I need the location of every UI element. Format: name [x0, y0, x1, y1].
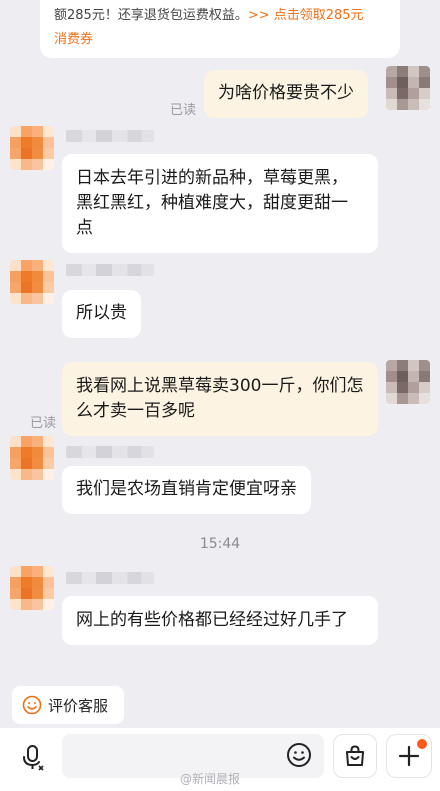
read-receipt: 已读 [170, 103, 197, 118]
rate-service-button[interactable]: 评价客服 [12, 686, 124, 724]
read-receipt: 已读 [30, 416, 57, 431]
shop-name-blurred [66, 264, 154, 276]
shopping-bag-button[interactable] [333, 734, 377, 778]
shop-name-blurred [66, 446, 154, 458]
smile-face-icon [22, 695, 42, 715]
user-avatar[interactable] [386, 66, 430, 110]
rate-service-label: 评价客服 [48, 696, 109, 715]
message-bubble-in: 我们是农场直销肯定便宜呀亲 [62, 466, 311, 514]
user-avatar[interactable] [386, 360, 430, 404]
watermark: @新闻晨报 [180, 772, 241, 786]
message-bubble-in: 网上的有些价格都已经经过好几手了 [62, 596, 378, 645]
message-timestamp: 15:44 [199, 536, 241, 552]
promo-link-cont[interactable]: 消费券 [54, 32, 93, 47]
shop-name-blurred [66, 572, 154, 584]
shop-name-blurred [66, 130, 154, 142]
more-button[interactable] [386, 734, 432, 778]
message-bubble-in: 日本去年引进的新品种，草莓更黑，黑红黑红，种植难度大，甜度更甜一点 [62, 154, 378, 253]
shop-avatar[interactable] [10, 260, 54, 304]
notification-dot [417, 739, 427, 749]
promo-link[interactable]: >> 点击领取285元 [248, 8, 364, 23]
shop-avatar[interactable] [10, 436, 54, 480]
message-bubble-in: 所以贵 [62, 290, 141, 338]
shopping-bag-icon [346, 745, 364, 766]
mic-icon[interactable] [18, 742, 48, 772]
promo-banner: 额285元！还享退货包运费权益。>> 点击领取285元 消费券 [40, 0, 400, 58]
shop-avatar[interactable] [10, 566, 54, 610]
shop-avatar[interactable] [10, 126, 54, 170]
promo-text: 额285元！还享退货包运费权益。 [54, 8, 248, 23]
plus-icon [398, 745, 420, 767]
emoji-icon[interactable] [286, 742, 312, 768]
message-bubble-out: 为啥价格要贵不少 [204, 70, 368, 118]
message-bubble-out: 我看网上说黑草莓卖300一斤，你们怎么才卖一百多呢 [62, 362, 378, 436]
